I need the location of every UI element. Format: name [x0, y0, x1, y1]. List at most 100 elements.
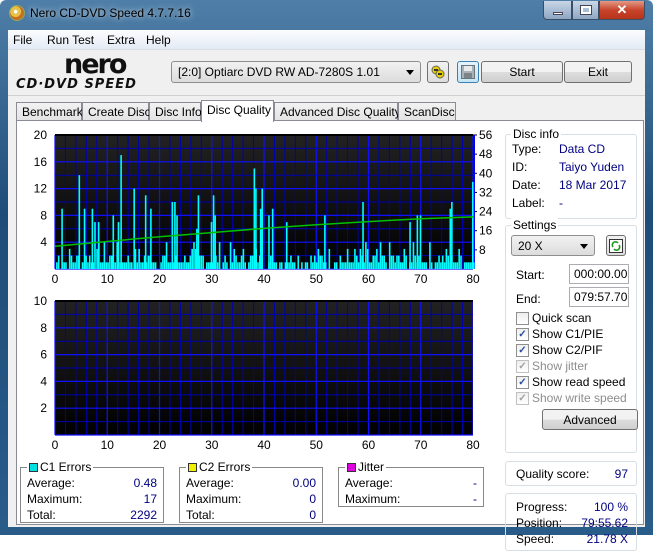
checkbox-label: Show write speed: [532, 391, 627, 405]
end-field[interactable]: 079:57.70: [569, 287, 629, 307]
y-tick-label: 12: [34, 182, 48, 196]
jitter-title-text: Jitter: [358, 460, 385, 474]
c1-bar: [162, 255, 164, 269]
c1-spike-bar: [78, 175, 81, 269]
app-window: Nero CD-DVD Speed 4.7.7.16 ✕ File Run Te…: [0, 0, 653, 551]
y2-tick-label: 8: [479, 243, 486, 257]
c1-bar: [334, 262, 336, 269]
c1-bar: [290, 255, 292, 269]
save-icon: [461, 65, 475, 79]
start-label: Start:: [516, 268, 545, 282]
exit-button[interactable]: Exit: [564, 61, 632, 83]
c1-bar: [343, 262, 345, 269]
c1-bar: [231, 262, 234, 269]
c1-bar: [421, 262, 424, 269]
c1-errors-group: C1 Errors Average: 0.48 Maximum: 17 Total:…: [20, 460, 164, 523]
menu-run-test[interactable]: Run Test: [47, 33, 94, 47]
c1-bar: [160, 262, 162, 269]
c1-bar: [456, 262, 459, 269]
c1-bar: [200, 255, 203, 269]
c1-bar: [410, 262, 413, 269]
save-button[interactable]: [457, 61, 479, 83]
disc-info-group: Disc info Type: Data CD ID: Taiyo Yuden …: [505, 127, 637, 219]
c1-bar: [412, 242, 415, 269]
c1-bar: [233, 248, 236, 269]
c1-spike-bar: [133, 188, 135, 269]
c1-bar: [355, 255, 358, 269]
c1-bar: [57, 255, 60, 269]
disc-type-label: Type:: [512, 142, 542, 156]
y2-tick-label: 48: [479, 147, 493, 161]
x-tick-label: 40: [257, 438, 271, 451]
show-read-speed-checkbox[interactable]: ✓ Show read speed: [516, 375, 625, 389]
checkbox-label: Quick scan: [532, 311, 592, 325]
quick-scan-checkbox[interactable]: Quick scan: [516, 311, 591, 325]
tab-create-disc[interactable]: Create Disc: [82, 102, 151, 121]
c1-bar: [125, 262, 128, 269]
c1-bar: [297, 255, 300, 269]
y-tick-label: 8: [40, 321, 47, 335]
advanced-button[interactable]: Advanced: [542, 409, 638, 430]
c1-bar: [346, 248, 349, 269]
drive-select[interactable]: [2:0] Optiarc DVD RW AD-7280S 1.01: [171, 61, 421, 83]
drive-info-button[interactable]: [427, 61, 449, 83]
c1-bar: [312, 262, 314, 269]
c1-bar: [244, 262, 247, 269]
menu-extra[interactable]: Extra: [107, 33, 135, 47]
c1-bar: [229, 242, 232, 269]
refresh-icon: [609, 238, 623, 253]
c1-spike-bar: [419, 215, 422, 269]
checkbox-label: Show C1/PIE: [532, 327, 604, 341]
y2-tick-label: 32: [479, 185, 493, 199]
c1-bar: [187, 262, 190, 269]
c1-bar: [141, 262, 144, 269]
quality-score-value: 97: [614, 467, 628, 481]
tab-advanced-disc-quality[interactable]: Advanced Disc Quality: [274, 102, 401, 121]
tab-disc-quality[interactable]: Disc Quality: [201, 100, 274, 122]
c1-bar: [238, 262, 241, 269]
c1-bar: [131, 262, 133, 269]
speed-select[interactable]: 20 X: [511, 235, 595, 256]
y-tick-label: 6: [40, 348, 47, 362]
tab-benchmark[interactable]: Benchmark: [16, 102, 83, 121]
c1-bar: [465, 262, 468, 269]
x-tick-label: 0: [52, 272, 59, 285]
start-field[interactable]: 000:00.00: [569, 264, 629, 284]
show-c2-checkbox[interactable]: ✓ Show C2/PIF: [516, 343, 603, 357]
disc-info-title: Disc info: [511, 127, 562, 141]
c1-bar: [344, 262, 347, 269]
show-c1-checkbox[interactable]: ✓ Show C1/PIE: [516, 327, 603, 341]
menu-file[interactable]: File: [13, 33, 32, 47]
c1-bar: [313, 255, 316, 269]
c1-spike-bar: [120, 155, 122, 269]
nero-logo: nero CD·DVD SPEED: [12, 49, 170, 96]
maximize-button[interactable]: [572, 1, 599, 20]
refresh-button[interactable]: [606, 235, 626, 256]
c1-bar: [70, 255, 73, 269]
tab-disc-info[interactable]: Disc Info: [149, 102, 202, 121]
x-tick-label: 30: [205, 438, 219, 451]
jitter-average-row: Average: -: [345, 476, 477, 490]
close-button[interactable]: ✕: [599, 1, 645, 20]
checkmark-icon: ✓: [516, 327, 529, 341]
toolbar-divider: [8, 95, 645, 96]
c1-bar: [394, 262, 396, 269]
menu-help[interactable]: Help: [146, 33, 171, 47]
c1-bar: [107, 262, 109, 269]
checkbox-label: Show jitter: [532, 359, 589, 373]
title-bar: Nero CD-DVD Speed 4.7.7.16 ✕: [0, 0, 653, 28]
c1-bar: [301, 262, 303, 269]
c2-maximum-row: Maximum: 0: [186, 492, 316, 506]
c1-spike-bar: [97, 222, 100, 269]
x-tick-label: 70: [414, 438, 428, 451]
start-button[interactable]: Start: [481, 61, 563, 83]
c1-bar: [273, 262, 276, 269]
tab-scandisc[interactable]: ScanDisc: [398, 102, 456, 121]
jitter-swatch-icon: [347, 462, 356, 472]
minimize-button[interactable]: [543, 1, 572, 20]
c1-bar: [377, 262, 380, 269]
c1-bar: [121, 262, 124, 269]
c1-bar: [242, 248, 245, 269]
c1-bar: [76, 255, 78, 269]
c1-bar: [109, 255, 111, 269]
